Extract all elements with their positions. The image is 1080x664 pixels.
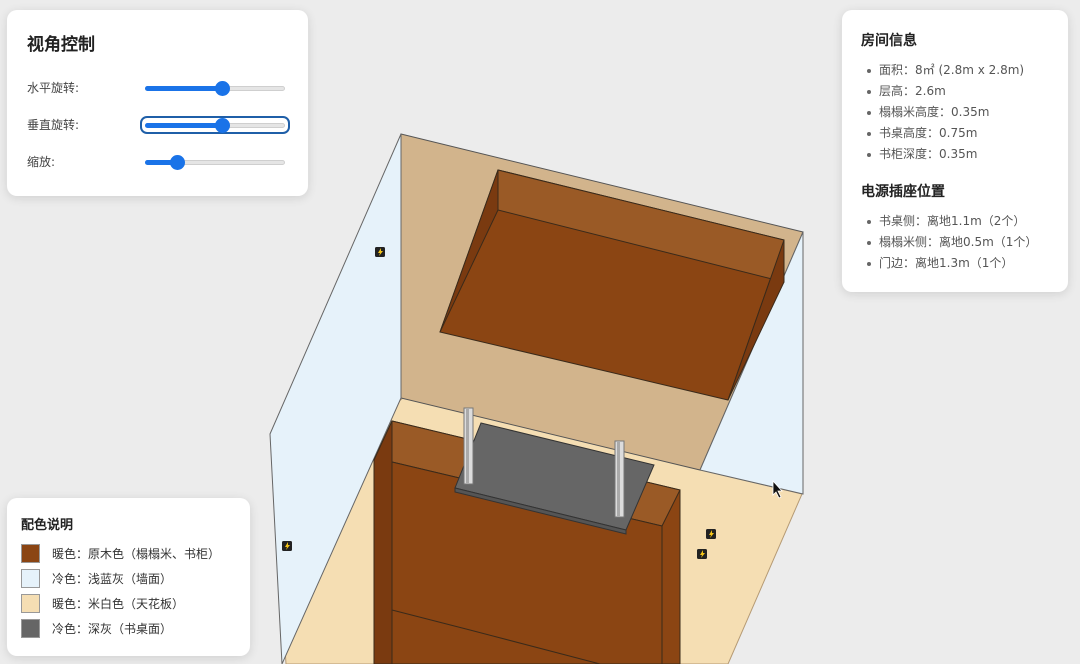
power-socket-title: 电源插座位置 xyxy=(861,184,945,200)
legend-item: 冷色：深灰（书桌面） xyxy=(21,616,236,641)
power-socket-icon xyxy=(282,541,292,551)
color-swatch xyxy=(21,569,40,588)
vertical-rotation-slider[interactable] xyxy=(140,115,290,134)
power-socket-icon xyxy=(697,549,707,559)
zoom-slider[interactable] xyxy=(145,154,285,170)
power-socket-icon xyxy=(375,247,385,257)
horizontal-rotation-label: 水平旋转: xyxy=(27,81,80,95)
power-socket-list: 书桌侧：离地1.1m（2个） 榻榻米侧：离地0.5m（1个） 门边：离地1.3m… xyxy=(861,211,1050,274)
list-item: 榻榻米侧：离地0.5m（1个） xyxy=(861,232,1050,253)
vertical-rotation-row: 垂直旋转: xyxy=(27,106,290,143)
legend-item: 暖色：原木色（榻榻米、书柜） xyxy=(21,541,236,566)
vertical-rotation-label: 垂直旋转: xyxy=(27,118,80,132)
legend-label: 暖色：米白色（天花板） xyxy=(52,597,185,611)
zoom-row: 缩放: xyxy=(27,143,288,180)
color-swatch xyxy=(21,544,40,563)
list-item: 门边：离地1.3m（1个） xyxy=(861,253,1050,274)
horizontal-rotation-slider[interactable] xyxy=(145,80,285,96)
list-item: 书柜深度：0.35m xyxy=(861,144,1050,165)
color-legend-panel: 配色说明 暖色：原木色（榻榻米、书柜） 冷色：浅蓝灰（墙面） 暖色：米白色（天花… xyxy=(7,498,250,656)
legend-title: 配色说明 xyxy=(21,518,74,533)
room-info-list: 面积：8㎡ (2.8m x 2.8m) 层高：2.6m 榻榻米高度：0.35m … xyxy=(861,60,1050,165)
view-control-title: 视角控制 xyxy=(27,35,95,55)
legend-item: 暖色：米白色（天花板） xyxy=(21,591,236,616)
room-info-title: 房间信息 xyxy=(861,33,917,49)
power-socket-icon xyxy=(706,529,716,539)
slider-thumb[interactable] xyxy=(215,117,230,133)
legend-label: 暖色：原木色（榻榻米、书柜） xyxy=(52,547,221,561)
horizontal-rotation-row: 水平旋转: xyxy=(27,69,288,106)
slider-thumb[interactable] xyxy=(170,154,186,170)
zoom-label: 缩放: xyxy=(27,155,56,169)
list-item: 层高：2.6m xyxy=(861,81,1050,102)
legend-item: 冷色：浅蓝灰（墙面） xyxy=(21,566,236,591)
room-info-panel: 房间信息 面积：8㎡ (2.8m x 2.8m) 层高：2.6m 榻榻米高度：0… xyxy=(842,10,1068,292)
color-swatch xyxy=(21,619,40,638)
list-item: 榻榻米高度：0.35m xyxy=(861,102,1050,123)
list-item: 面积：8㎡ (2.8m x 2.8m) xyxy=(861,60,1050,81)
view-control-panel: 视角控制 水平旋转: 垂直旋转: 缩放: xyxy=(7,10,308,196)
color-swatch xyxy=(21,594,40,613)
slider-thumb[interactable] xyxy=(215,80,230,96)
list-item: 书桌侧：离地1.1m（2个） xyxy=(861,211,1050,232)
list-item: 书桌高度：0.75m xyxy=(861,123,1050,144)
legend-label: 冷色：浅蓝灰（墙面） xyxy=(52,572,173,586)
legend-label: 冷色：深灰（书桌面） xyxy=(52,622,173,636)
